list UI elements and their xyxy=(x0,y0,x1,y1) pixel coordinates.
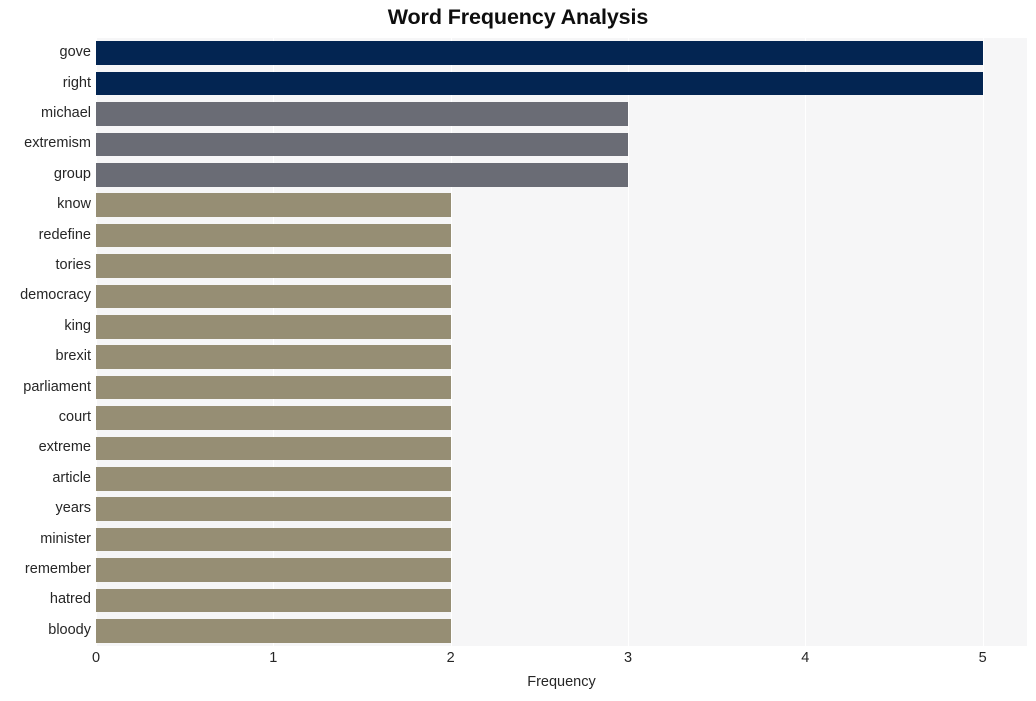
y-tick-label-remember: remember xyxy=(24,561,91,577)
bar-row[interactable] xyxy=(96,406,1027,430)
y-tick-label-bloody: bloody xyxy=(48,621,91,638)
y-tick-label-extreme: extreme xyxy=(38,439,91,456)
bar-extremism[interactable] xyxy=(96,132,628,157)
x-axis: 0 1 2 3 4 5 xyxy=(0,650,1036,672)
bar-row[interactable] xyxy=(96,223,1027,248)
x-axis-title: Frequency xyxy=(527,674,596,690)
bar-row[interactable] xyxy=(96,284,1027,309)
bar-gove[interactable] xyxy=(96,41,983,66)
bar-group[interactable] xyxy=(96,162,628,187)
y-tick-label-know: know xyxy=(57,196,91,213)
bar-michael[interactable] xyxy=(96,102,628,126)
bar-row[interactable] xyxy=(96,436,1027,461)
bar-extreme[interactable] xyxy=(96,436,451,461)
bar-redefine[interactable] xyxy=(96,223,451,248)
bar-row[interactable] xyxy=(96,71,1027,96)
bar-series xyxy=(96,38,1027,646)
x-tick-label-4: 4 xyxy=(801,650,810,666)
x-tick-label-1: 1 xyxy=(269,650,278,666)
y-tick-label-court: court xyxy=(58,409,91,425)
bar-row[interactable] xyxy=(96,132,1027,157)
y-tick-label-years: years xyxy=(55,500,91,517)
x-tick-label-5: 5 xyxy=(978,650,987,666)
y-tick-label-minister: minister xyxy=(40,530,91,547)
y-tick-label-extremism: extremism xyxy=(24,135,91,152)
bar-row[interactable] xyxy=(96,588,1027,613)
bar-years[interactable] xyxy=(96,497,451,522)
bar-parliament[interactable] xyxy=(96,375,451,400)
bar-row[interactable] xyxy=(96,193,1027,218)
bar-row[interactable] xyxy=(96,102,1027,126)
bar-court[interactable] xyxy=(96,406,451,430)
y-tick-label-democracy: democracy xyxy=(20,287,91,304)
y-tick-label-michael: michael xyxy=(41,105,91,121)
bar-right[interactable] xyxy=(96,71,983,96)
y-tick-label-redefine: redefine xyxy=(38,226,91,243)
y-tick-label-tories: tories xyxy=(55,257,91,273)
y-tick-label-king: king xyxy=(64,317,91,334)
y-tick-label-gove: gove xyxy=(59,44,91,61)
bar-king[interactable] xyxy=(96,314,451,339)
bar-bloody[interactable] xyxy=(96,618,451,643)
y-tick-label-article: article xyxy=(52,469,91,486)
bar-row[interactable] xyxy=(96,162,1027,187)
bar-tories[interactable] xyxy=(96,254,451,278)
bar-row[interactable] xyxy=(96,527,1027,552)
y-tick-label-brexit: brexit xyxy=(55,348,91,365)
bar-row[interactable] xyxy=(96,41,1027,66)
y-axis: gove right michael extremism group know redefi… xyxy=(0,38,91,646)
word-frequency-chart: Word Frequency Analysis gove right michael… xyxy=(0,0,1036,701)
y-tick-label-right: right xyxy=(62,74,91,91)
x-tick-label-3: 3 xyxy=(623,650,633,666)
bar-row[interactable] xyxy=(96,618,1027,643)
bar-know[interactable] xyxy=(96,193,451,218)
y-tick-label-group: group xyxy=(53,165,91,182)
y-tick-label-parliament: parliament xyxy=(23,378,91,395)
bar-row[interactable] xyxy=(96,254,1027,278)
bar-row[interactable] xyxy=(96,466,1027,491)
chart-title: Word Frequency Analysis xyxy=(387,5,649,29)
bar-hatred[interactable] xyxy=(96,588,451,613)
x-tick-label-0: 0 xyxy=(91,650,101,666)
bar-remember[interactable] xyxy=(96,558,451,582)
plot-area xyxy=(96,38,1027,646)
bar-article[interactable] xyxy=(96,466,451,491)
y-tick-label-hatred: hatred xyxy=(49,591,91,608)
bar-minister[interactable] xyxy=(96,527,451,552)
bar-row[interactable] xyxy=(96,314,1027,339)
bar-row[interactable] xyxy=(96,497,1027,522)
bar-brexit[interactable] xyxy=(96,345,451,370)
bar-row[interactable] xyxy=(96,375,1027,400)
bar-row[interactable] xyxy=(96,345,1027,370)
x-tick-label-2: 2 xyxy=(446,650,455,666)
bar-democracy[interactable] xyxy=(96,284,451,309)
bar-row[interactable] xyxy=(96,558,1027,582)
